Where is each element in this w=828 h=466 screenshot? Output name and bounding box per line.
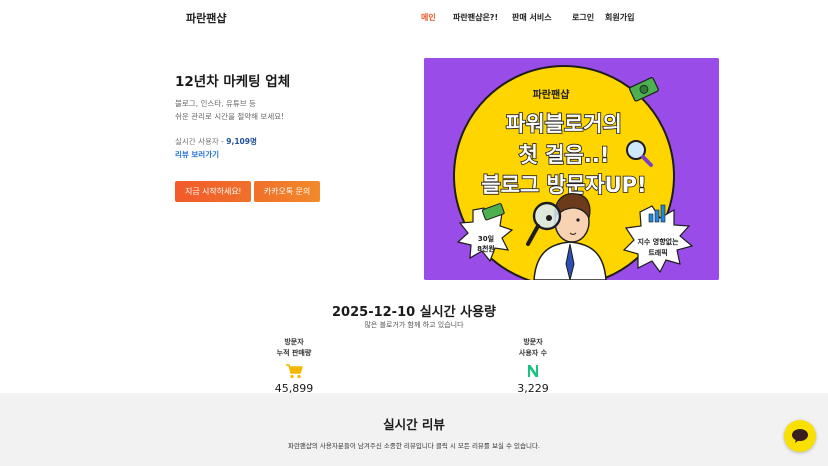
nav-main[interactable]: 메인 [421, 12, 436, 24]
nav-services[interactable]: 판매 서비스 [512, 12, 552, 24]
promo-banner[interactable]: 파란팬샵 파워블로거의 첫 걸음..! 블로그 방문자UP! 30일 8천원 지… [424, 58, 719, 280]
badge-left-line1: 30일 [478, 234, 494, 243]
badge-right-line2: 트래픽 [648, 248, 667, 257]
banner-brand: 파란팬샵 [533, 88, 571, 101]
stat-sales-label2: 누적 판매량 [276, 349, 312, 357]
nav-about[interactable]: 파란팬샵은?! [453, 12, 498, 24]
cart-icon [239, 363, 349, 381]
banner-line2: 첫 걸음..! [519, 143, 610, 167]
nav-login[interactable]: 로그인 [572, 12, 594, 24]
stat-users: 방문자 사용자 수 3,229 [478, 337, 588, 395]
nav-signup[interactable]: 회원가입 [605, 12, 634, 24]
hero-description: 블로그, 인스타, 유튜브 등 쉬운 관리로 시간을 절약해 보세요! [175, 97, 284, 123]
banner-line1: 파워블로거의 [506, 112, 622, 136]
kakao-chat-button[interactable] [784, 420, 816, 452]
hero-desc-line1: 블로그, 인스타, 유튜브 등 [175, 99, 256, 108]
hero-desc-line2: 쉬운 관리로 시간을 절약해 보세요! [175, 112, 285, 121]
realtime-users: 실시간 사용자 - 9,109명 [175, 136, 257, 147]
stats-title: 2025-12-10 실시간 사용량 [332, 305, 496, 320]
realtime-users-count: 9,109명 [226, 137, 257, 146]
review-link[interactable]: 리뷰 보러가기 [175, 149, 219, 160]
chat-bubble-icon [792, 429, 808, 443]
kakao-inquiry-button[interactable]: 카카오톡 문의 [254, 181, 320, 202]
stat-sales: 방문자 누적 판매량 45,899 [239, 337, 349, 395]
banner-illustration: 파란팬샵 파워블로거의 첫 걸음..! 블로그 방문자UP! 30일 8천원 지… [424, 58, 719, 280]
banner-line3: 블로그 방문자UP! [481, 173, 646, 197]
review-subtitle[interactable]: 파란팬샵의 사용자분들이 남겨주신 소중한 리뷰입니다 클릭 시 모든 리뷰를 … [0, 440, 828, 450]
hero-title: 12년차 마케팅 업체 [175, 74, 291, 90]
review-title: 실시간 리뷰 [383, 417, 445, 432]
realtime-users-label: 실시간 사용자 - [175, 137, 227, 146]
stat-users-label1: 방문자 [523, 338, 543, 346]
badge-right-line1: 지수 영향없는 [637, 237, 679, 246]
stats-subtitle: 많은 블로거가 함께 하고 있습니다 [364, 321, 464, 329]
site-logo[interactable]: 파란팬샵 [186, 10, 226, 26]
naver-n-icon [478, 363, 588, 381]
badge-left-line2: 8천원 [477, 244, 495, 253]
stat-sales-label1: 방문자 [284, 338, 304, 346]
stat-users-label2: 사용자 수 [518, 349, 548, 357]
start-button[interactable]: 지금 시작하세요! [175, 181, 251, 202]
